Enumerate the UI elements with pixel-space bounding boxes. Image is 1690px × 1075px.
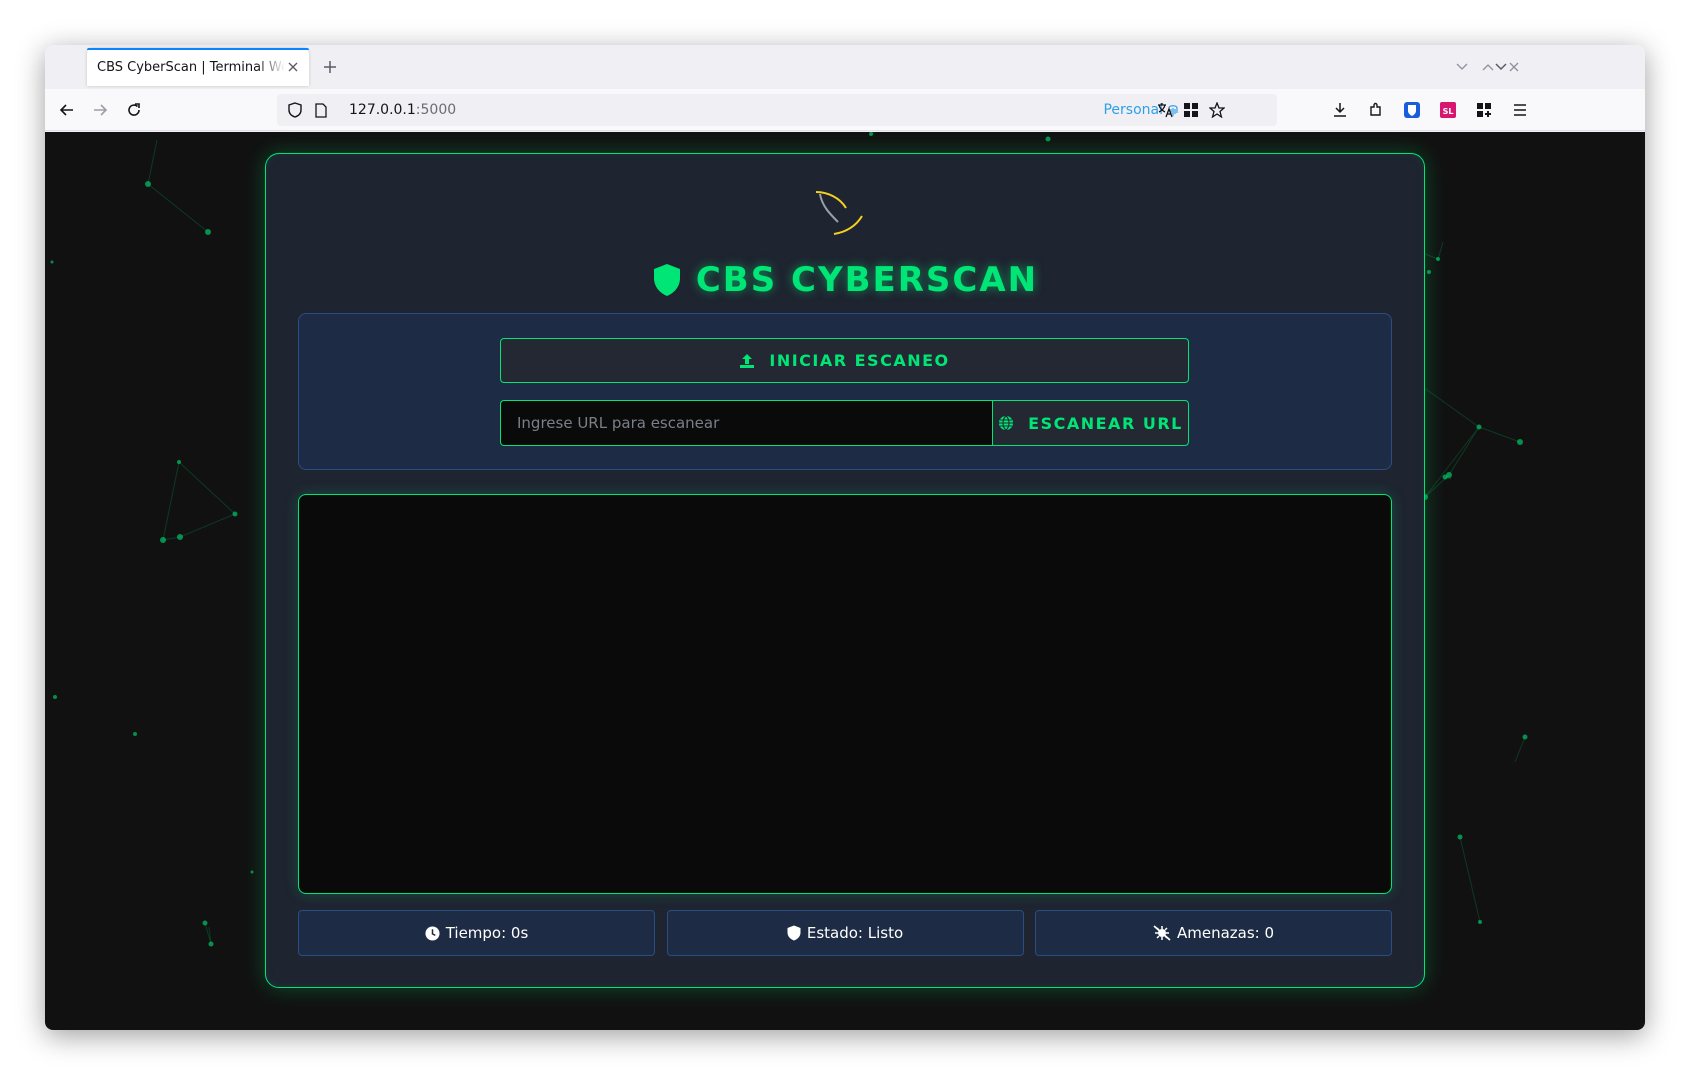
tab-strip: CBS CyberScan | Terminal Web	[45, 45, 1645, 89]
new-tab-icon[interactable]	[320, 57, 340, 77]
terminal-output[interactable]	[298, 494, 1392, 894]
forward-icon[interactable]	[88, 98, 112, 122]
status-threats: Amenazas: 0	[1035, 910, 1392, 956]
menu-icon[interactable]	[1508, 98, 1532, 122]
browser-tab[interactable]: CBS CyberScan | Terminal Web	[87, 48, 309, 86]
page-info-icon[interactable]	[313, 102, 329, 118]
start-scan-button[interactable]: INICIAR ESCANEO	[500, 338, 1189, 383]
scan-url-label: ESCANEAR URL	[1028, 413, 1183, 433]
status-time: Tiempo: 0s	[298, 910, 655, 956]
extension-grid-icon[interactable]	[1183, 102, 1199, 118]
navigation-bar: 127.0.0.1:5000 Personal SL	[45, 89, 1645, 131]
svg-text:SL: SL	[1443, 107, 1454, 116]
translate-icon[interactable]	[1157, 102, 1173, 118]
url-host: 127.0.0.1	[349, 102, 416, 118]
status-bar: Tiempo: 0s Estado: Listo Amenazas: 0	[298, 910, 1392, 956]
shield-icon	[787, 925, 801, 941]
downloads-icon[interactable]	[1328, 98, 1352, 122]
sl-extension-icon[interactable]: SL	[1436, 98, 1460, 122]
control-panel: INICIAR ESCANEO ESCANEAR URL	[298, 313, 1392, 470]
address-bar[interactable]: 127.0.0.1:5000 Personal	[277, 94, 1277, 126]
bitwarden-icon[interactable]	[1400, 98, 1424, 122]
scan-url-button[interactable]: ESCANEAR URL	[992, 400, 1189, 446]
browser-window: CBS CyberScan | Terminal Web 127.0.0.1:5…	[45, 45, 1645, 1030]
url-port: :5000	[415, 102, 457, 118]
app-title: CBS CYBERSCAN	[695, 260, 1039, 300]
start-scan-label: INICIAR ESCANEO	[769, 351, 950, 370]
url-text[interactable]: 127.0.0.1:5000	[349, 94, 456, 126]
close-tab-icon[interactable]	[285, 59, 301, 75]
maximize-icon[interactable]	[1478, 57, 1498, 77]
bookmark-star-icon[interactable]	[1209, 102, 1225, 118]
upload-icon	[740, 353, 755, 368]
state-label: Estado: Listo	[806, 924, 904, 942]
container-name: Personal	[1103, 102, 1163, 118]
scanner-card: CBS CYBERSCAN INICIAR ESCANEO Ingrese UR…	[265, 153, 1425, 988]
back-icon[interactable]	[55, 98, 79, 122]
url-scan-row: ESCANEAR URL	[500, 400, 1189, 446]
status-state: Estado: Listo	[666, 910, 1024, 956]
time-label: Tiempo: 0s	[445, 924, 529, 942]
virus-slash-icon	[1153, 925, 1171, 941]
app-header: CBS CYBERSCAN	[266, 254, 1424, 306]
loading-spinner-icon	[815, 191, 863, 235]
close-window-icon[interactable]	[1504, 57, 1524, 77]
globe-icon	[999, 415, 1014, 431]
minimize-icon[interactable]	[1452, 57, 1472, 77]
reload-icon[interactable]	[122, 98, 146, 122]
extensions-icon[interactable]	[1364, 98, 1388, 122]
apps-grid-icon[interactable]	[1472, 98, 1496, 122]
clock-icon	[425, 925, 440, 941]
tab-title: CBS CyberScan | Terminal Web	[97, 59, 285, 75]
url-input[interactable]	[500, 400, 992, 446]
shield-icon	[653, 264, 680, 296]
page-viewport: CBS CYBERSCAN INICIAR ESCANEO Ingrese UR…	[45, 132, 1645, 1030]
tracking-protection-icon[interactable]	[287, 102, 303, 118]
threats-label: Amenazas: 0	[1176, 924, 1275, 942]
